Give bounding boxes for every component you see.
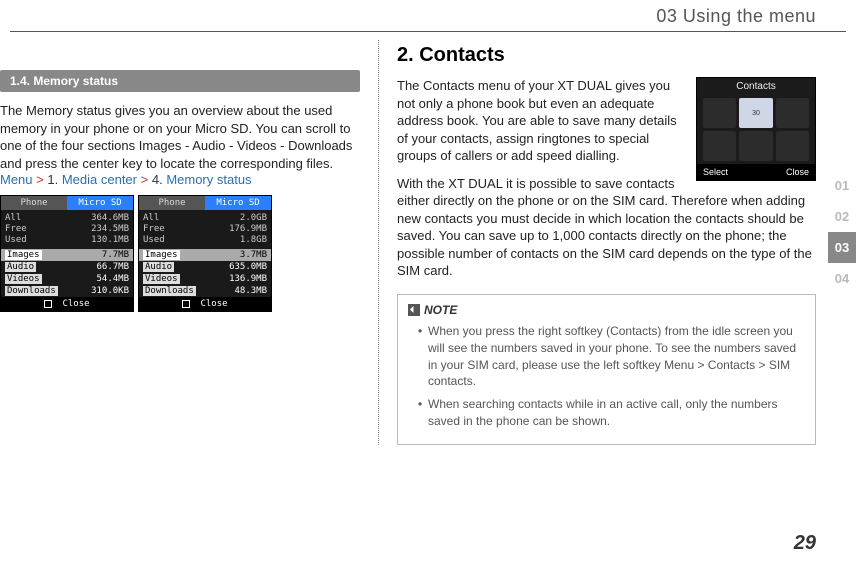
side-tab-02: 02 bbox=[828, 201, 856, 232]
note-box: NOTE When you press the right softkey (C… bbox=[397, 294, 816, 445]
row-label: Images bbox=[5, 250, 42, 260]
contacts-para2: With the XT DUAL it is possible to save … bbox=[397, 175, 816, 280]
note-item: When searching contacts while in an acti… bbox=[418, 396, 805, 430]
thumb-icon bbox=[776, 131, 809, 161]
nav-path: Menu > 1. Media center > 4. Memory statu… bbox=[0, 172, 360, 187]
row-label: Downloads bbox=[5, 286, 58, 296]
row-val: 310.0KB bbox=[91, 286, 129, 296]
chapter-header: 03 Using the menu bbox=[0, 0, 856, 31]
tab-phone: Phone bbox=[1, 196, 67, 210]
row-label: Videos bbox=[5, 274, 42, 284]
contacts-heading: 2. Contacts bbox=[397, 44, 816, 67]
mini-screen-phone: Phone Micro SD All 364.6MB Free 234.5MB Us… bbox=[0, 195, 134, 311]
row-label: Videos bbox=[143, 274, 180, 284]
tab-microsd: Micro SD bbox=[205, 196, 271, 210]
stat-label: Used bbox=[5, 235, 27, 246]
row-label: Downloads bbox=[143, 286, 196, 296]
stat-val: 2.0GB bbox=[240, 213, 267, 224]
side-tab-03: 03 bbox=[828, 232, 856, 263]
nav-menu: Menu bbox=[0, 172, 33, 187]
softkey-close: Close bbox=[62, 299, 89, 309]
note-text: NOTE bbox=[424, 303, 457, 317]
nav-step1: 1. bbox=[47, 172, 58, 187]
stat-val: 130.1MB bbox=[91, 235, 129, 246]
memory-screenshots: Phone Micro SD All 364.6MB Free 234.5MB Us… bbox=[0, 195, 360, 311]
softkey-close: Close bbox=[200, 299, 227, 309]
tab-microsd: Micro SD bbox=[67, 196, 133, 210]
nav-step4: 4. bbox=[152, 172, 163, 187]
row-val: 136.9MB bbox=[229, 274, 267, 284]
thumb-select: Select bbox=[703, 167, 728, 177]
stat-val: 176.9MB bbox=[229, 224, 267, 235]
thumb-title: Contacts bbox=[697, 78, 815, 95]
nav-gt2: > bbox=[141, 172, 149, 187]
page-number: 29 bbox=[794, 532, 816, 555]
thumb-close: Close bbox=[786, 167, 809, 177]
right-column: 2. Contacts Contacts Select Close The Co… bbox=[378, 40, 816, 445]
side-tab-01: 01 bbox=[828, 170, 856, 201]
thumb-icon bbox=[776, 98, 809, 128]
softkey-icon bbox=[44, 300, 52, 308]
softkey-icon bbox=[182, 300, 190, 308]
tab-phone: Phone bbox=[139, 196, 205, 210]
note-arrow-icon bbox=[408, 304, 420, 316]
stat-label: Free bbox=[5, 224, 27, 235]
side-tab-04: 04 bbox=[828, 263, 856, 294]
stat-val: 364.6MB bbox=[91, 213, 129, 224]
stat-label: All bbox=[5, 213, 21, 224]
memory-body-text: The Memory status gives you an overview … bbox=[0, 102, 360, 172]
thumb-icon bbox=[703, 131, 736, 161]
nav-memstat: Memory status bbox=[166, 172, 251, 187]
row-label: Audio bbox=[5, 262, 36, 272]
row-val: 7.7MB bbox=[102, 250, 129, 260]
row-val: 48.3MB bbox=[234, 286, 267, 296]
stat-label: Used bbox=[143, 235, 165, 246]
mini-screen-sd: Phone Micro SD All 2.0GB Free 176.9MB Used… bbox=[138, 195, 272, 311]
row-val: 66.7MB bbox=[96, 262, 129, 272]
row-val: 635.0MB bbox=[229, 262, 267, 272]
row-val: 54.4MB bbox=[96, 274, 129, 284]
thumb-icon-calendar bbox=[739, 98, 772, 128]
side-tabs: 01 02 03 04 bbox=[828, 170, 856, 294]
nav-gt: > bbox=[36, 172, 44, 187]
row-label: Audio bbox=[143, 262, 174, 272]
row-label: Images bbox=[143, 250, 180, 260]
thumb-icon bbox=[703, 98, 736, 128]
contacts-screenshot: Contacts Select Close bbox=[696, 77, 816, 181]
left-column: 1.4. Memory status The Memory status giv… bbox=[0, 40, 378, 445]
stat-label: All bbox=[143, 213, 159, 224]
stat-label: Free bbox=[143, 224, 165, 235]
thumb-icon bbox=[739, 131, 772, 161]
section-bar-memory: 1.4. Memory status bbox=[0, 70, 360, 92]
note-item: When you press the right softkey (Contac… bbox=[418, 323, 805, 390]
note-label: NOTE bbox=[408, 303, 805, 317]
stat-val: 1.8GB bbox=[240, 235, 267, 246]
nav-media: Media center bbox=[62, 172, 137, 187]
stat-val: 234.5MB bbox=[91, 224, 129, 235]
row-val: 3.7MB bbox=[240, 250, 267, 260]
